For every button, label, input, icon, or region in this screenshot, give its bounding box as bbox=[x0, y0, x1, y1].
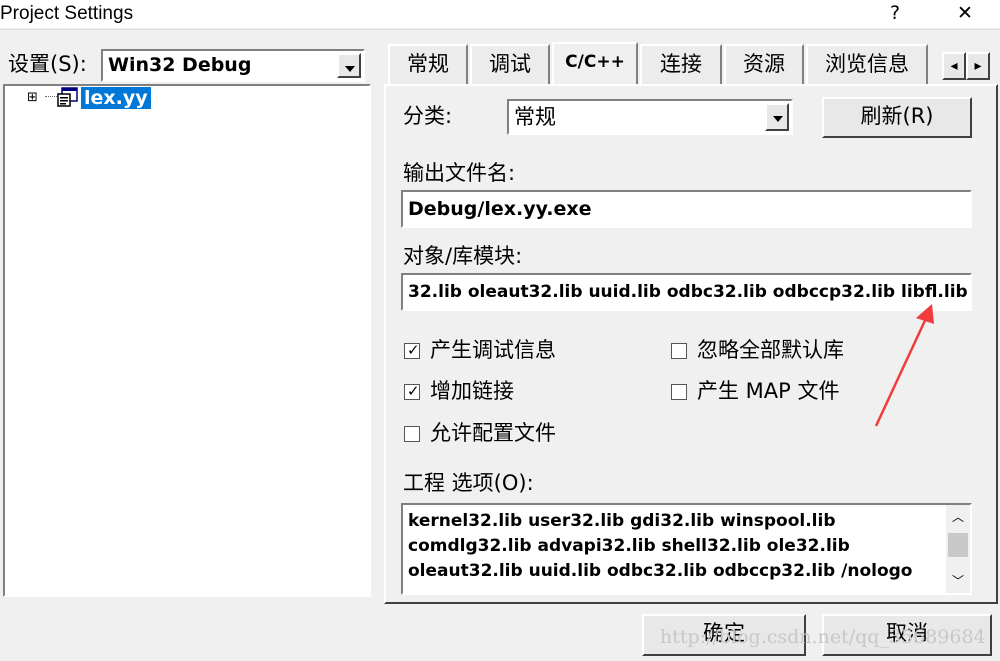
check-icon: ✓ bbox=[407, 382, 420, 400]
chevron-down-icon bbox=[773, 116, 783, 122]
watermark: http://blog.csdn.net/qq_35689684 bbox=[660, 626, 986, 648]
chevron-down-icon: ﹀ bbox=[951, 574, 964, 588]
checkbox-box[interactable] bbox=[404, 426, 420, 442]
project-options-textarea[interactable]: kernel32.lib user32.lib gdi32.lib winspo… bbox=[401, 503, 972, 595]
options-scrollbar[interactable]: ︿ ﹀ bbox=[946, 505, 970, 593]
project-options-text: kernel32.lib user32.lib gdi32.lib winspo… bbox=[408, 509, 944, 584]
settings-label: 设置(S): bbox=[8, 52, 87, 76]
config-combo-value: Win32 Debug bbox=[108, 54, 252, 76]
checkbox-ignore-default-libs[interactable]: 忽略全部默认库 bbox=[670, 338, 890, 365]
scroll-down-button[interactable]: ﹀ bbox=[946, 569, 970, 593]
options-line: comdlg32.lib advapi32.lib shell32.lib ol… bbox=[408, 536, 850, 556]
checkbox-label: 增加链接 bbox=[430, 379, 514, 403]
title-bar bbox=[0, 0, 1000, 28]
output-file-input[interactable]: Debug/lex.yy.exe bbox=[401, 190, 972, 228]
checkbox-box[interactable]: ✓ bbox=[404, 341, 420, 359]
checkbox-box[interactable]: ✓ bbox=[404, 382, 420, 400]
reset-button[interactable]: 刷新(R) bbox=[822, 97, 972, 138]
modules-label: 对象/库模块: bbox=[403, 244, 523, 268]
checkbox-generate-debug-info[interactable]: ✓ 产生调试信息 bbox=[403, 338, 603, 365]
window-title: Project Settings bbox=[0, 3, 134, 24]
title-separator bbox=[0, 29, 1000, 30]
red-arrow-annotation bbox=[874, 304, 934, 427]
tab-link[interactable]: 连接 bbox=[640, 44, 722, 84]
tab-c-cpp[interactable]: C/C++ bbox=[552, 42, 638, 86]
checkbox-label: 忽略全部默认库 bbox=[697, 338, 844, 362]
tab-scroll-right-button[interactable]: ▸ bbox=[966, 52, 990, 80]
checkbox-generate-map-file[interactable]: 产生 MAP 文件 bbox=[670, 379, 890, 406]
checkbox-label: 产生调试信息 bbox=[430, 338, 556, 362]
checkbox-label: 允许配置文件 bbox=[430, 421, 556, 445]
tree-item-label: lex.yy bbox=[81, 87, 151, 109]
scroll-up-button[interactable]: ︿ bbox=[946, 505, 970, 529]
check-icon: ✓ bbox=[407, 341, 420, 359]
close-icon: ✕ bbox=[957, 2, 973, 24]
tab-scroll-left-button[interactable]: ◂ bbox=[942, 52, 966, 80]
tab-general[interactable]: 常规 bbox=[388, 44, 468, 84]
tree-expand-icon[interactable]: ⊞ bbox=[27, 90, 38, 106]
scroll-thumb[interactable] bbox=[948, 533, 968, 557]
category-label: 分类: bbox=[403, 104, 453, 128]
tab-debug[interactable]: 调试 bbox=[470, 44, 550, 84]
project-icon bbox=[57, 87, 78, 107]
tab-resources[interactable]: 资源 bbox=[724, 44, 804, 84]
tree-connector bbox=[45, 96, 57, 97]
config-combo-arrow[interactable] bbox=[337, 53, 361, 78]
checkbox-box[interactable] bbox=[671, 343, 687, 359]
category-combo[interactable]: 常规 bbox=[507, 99, 793, 135]
checkbox-incremental-link[interactable]: ✓ 增加链接 bbox=[403, 379, 603, 406]
config-combo[interactable]: Win32 Debug bbox=[101, 49, 365, 82]
project-tree[interactable]: ⊞ lex.yy bbox=[3, 84, 371, 597]
tab-browse-info[interactable]: 浏览信息 bbox=[806, 44, 928, 84]
options-line: oleaut32.lib uuid.lib odbc32.lib odbccp3… bbox=[408, 561, 913, 581]
tree-item-lex-yy[interactable]: lex.yy bbox=[81, 86, 151, 110]
chevron-up-icon: ︿ bbox=[951, 510, 964, 524]
output-file-label: 输出文件名: bbox=[403, 161, 516, 185]
chevron-left-icon: ◂ bbox=[950, 58, 958, 74]
category-combo-value: 常规 bbox=[514, 105, 556, 129]
chevron-right-icon: ▸ bbox=[974, 58, 982, 74]
help-button[interactable]: ? bbox=[872, 0, 918, 28]
category-combo-arrow[interactable] bbox=[765, 103, 789, 131]
checkbox-label: 产生 MAP 文件 bbox=[697, 379, 840, 403]
project-options-label: 工程 选项(O): bbox=[403, 471, 534, 495]
checkbox-enable-profiling[interactable]: 允许配置文件 bbox=[403, 421, 603, 448]
close-button[interactable]: ✕ bbox=[942, 0, 988, 28]
checkbox-box[interactable] bbox=[671, 384, 687, 400]
options-line: kernel32.lib user32.lib gdi32.lib winspo… bbox=[408, 511, 836, 531]
chevron-down-icon bbox=[345, 66, 355, 72]
